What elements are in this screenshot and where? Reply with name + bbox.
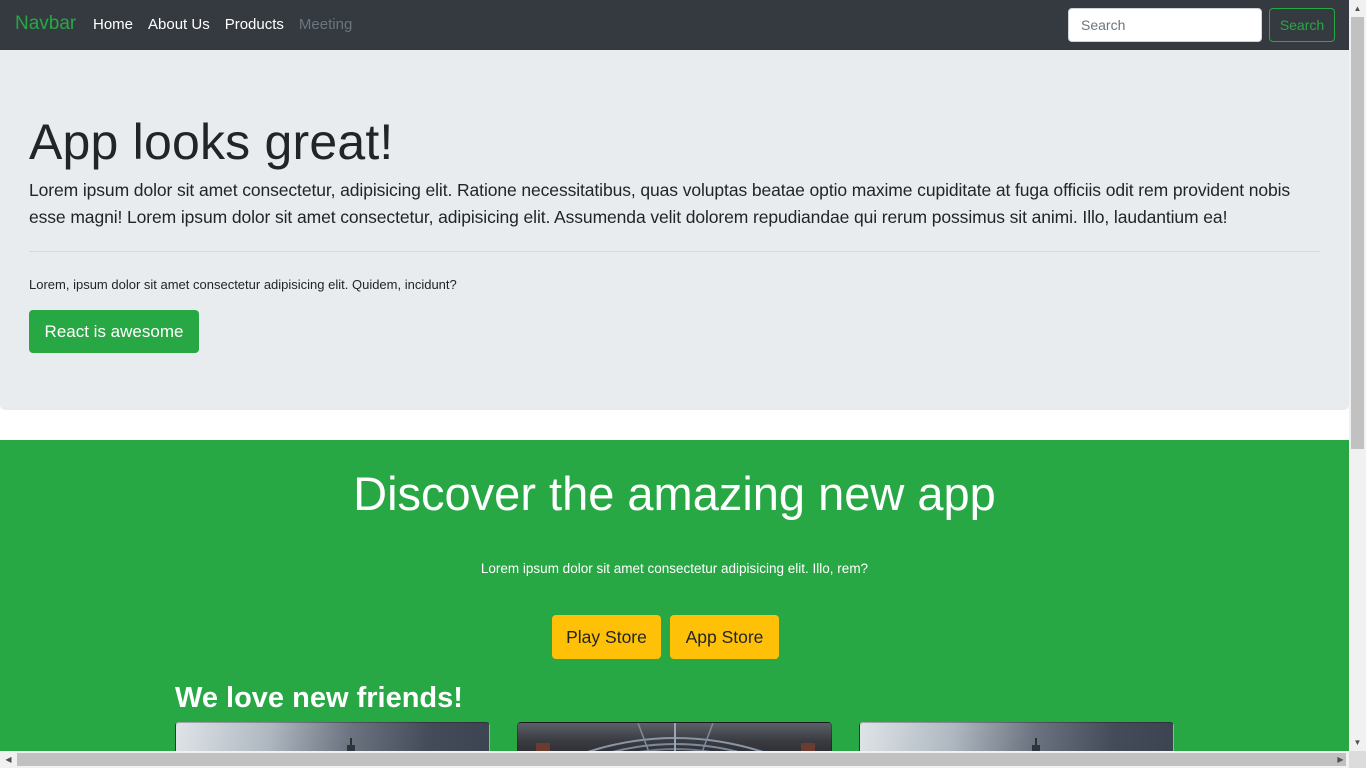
search-button[interactable]: Search [1269,8,1335,42]
scroll-down-icon[interactable]: ▼ [1349,734,1366,751]
friends-title: We love new friends! [175,682,463,714]
nav-link-products[interactable]: Products [225,16,284,34]
navbar: Navbar Home About Us Products Meeting Se… [0,0,1349,50]
jumbotron: App looks great! Lorem ipsum dolor sit a… [0,50,1349,410]
jumbotron-lead: Lorem ipsum dolor sit amet consectetur, … [29,180,1291,227]
react-is-awesome-button[interactable]: React is awesome [29,310,199,353]
friend-card-image[interactable] [859,722,1174,751]
vertical-scrollbar[interactable]: ▲ ▼ [1349,0,1366,751]
horizontal-scroll-thumb[interactable] [17,753,1346,766]
navbar-brand[interactable]: Navbar [15,13,76,35]
play-store-button[interactable]: Play Store [552,615,661,659]
friend-card-image[interactable] [175,722,490,751]
skylight-image [536,723,815,751]
jumbotron-text: Lorem, ipsum dolor sit amet consectetur … [29,277,457,292]
nav-link-about-us[interactable]: About Us [148,16,210,34]
scroll-right-icon[interactable]: ▶ [1332,751,1349,768]
horizontal-scrollbar[interactable]: ◀ ▶ [0,751,1349,768]
scroll-left-icon[interactable]: ◀ [0,751,17,768]
jumbotron-divider [29,251,1320,252]
app-store-button[interactable]: App Store [670,615,779,659]
search-input[interactable]: Search [1068,8,1262,42]
page-viewport: Navbar Home About Us Products Meeting Se… [0,0,1349,751]
promo-section: Discover the amazing new app Lorem ipsum… [0,440,1349,751]
scrollbar-corner [1349,751,1366,768]
tower-image [1032,738,1040,751]
vertical-scroll-thumb[interactable] [1351,17,1364,449]
friend-card-image[interactable] [517,722,832,751]
promo-title: Discover the amazing new app [353,467,996,520]
tower-image [347,738,355,751]
promo-subtitle: Lorem ipsum dolor sit amet consectetur a… [480,561,869,576]
jumbotron-title: App looks great! [29,114,394,170]
nav-link-home[interactable]: Home [93,16,133,34]
nav-links: Home About Us Products Meeting [93,16,367,34]
nav-link-meeting: Meeting [298,16,353,33]
store-buttons: Play Store App Store [552,615,788,659]
scroll-up-icon[interactable]: ▲ [1349,0,1366,17]
